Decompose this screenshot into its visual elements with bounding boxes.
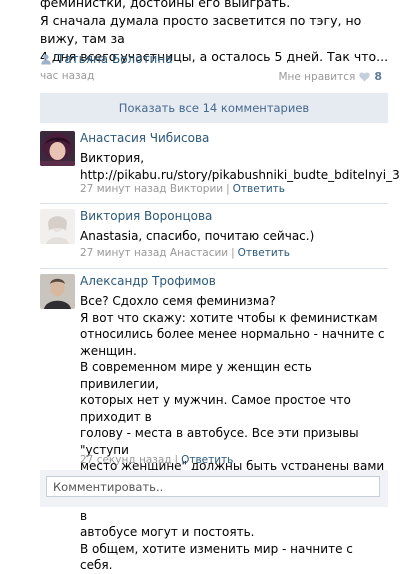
post-author-name[interactable]: Татьяна Болотина [57, 52, 173, 66]
avatar[interactable] [40, 274, 75, 309]
comment-input[interactable] [46, 476, 380, 497]
comment-author[interactable]: Александр Трофимов [80, 274, 216, 288]
comment: Александр Трофимов Все? Сдохло семя феми… [40, 274, 388, 572]
comment-time[interactable]: 27 минут назад Виктории [80, 183, 223, 195]
show-all-comments-button[interactable]: Показать все 14 комментариев [40, 93, 388, 123]
divider [40, 268, 388, 269]
avatar[interactable] [40, 131, 75, 166]
comment-meta: 27 минут назад Виктории | Ответить [80, 183, 285, 195]
comment-time[interactable]: 27 минут назад Анастасии [80, 247, 228, 259]
comment-author[interactable]: Анастасия Чибисова [80, 131, 209, 145]
heart-icon [359, 71, 371, 81]
comment-meta: 27 секунд назад | Ответить [80, 454, 234, 466]
divider [40, 203, 388, 204]
comment-text: Виктория, http://pikabu.ru/story/pikabus… [80, 151, 400, 182]
post-meta: час назад Мне нравится 8 [40, 70, 382, 84]
comment-text: Все? Сдохло семя феминизма? Я вот что ск… [80, 294, 385, 572]
reply-button[interactable]: Ответить [238, 247, 290, 259]
comment-text: Anastasia, спасибо, почитаю сейчас.) [80, 229, 315, 243]
like-count: 8 [374, 70, 382, 83]
post-author[interactable]: Татьяна Болотина [40, 52, 173, 66]
post-time[interactable]: час назад [40, 70, 94, 82]
comment-form [40, 470, 388, 507]
comment-author[interactable]: Виктория Воронцова [80, 209, 212, 223]
like-button[interactable]: Мне нравится 8 [278, 70, 382, 83]
reply-button[interactable]: Ответить [181, 454, 233, 466]
avatar[interactable] [40, 209, 75, 244]
user-icon [41, 54, 51, 65]
like-label: Мне нравится [278, 70, 356, 83]
reply-button[interactable]: Ответить [233, 183, 285, 195]
comment-meta: 27 минут назад Анастасии | Ответить [80, 247, 290, 259]
comment: Виктория Воронцова Anastasia, спасибо, п… [40, 209, 388, 264]
comment-time[interactable]: 27 секунд назад [80, 454, 172, 466]
comment: Анастасия Чибисова Виктория, http://pika… [40, 131, 400, 195]
